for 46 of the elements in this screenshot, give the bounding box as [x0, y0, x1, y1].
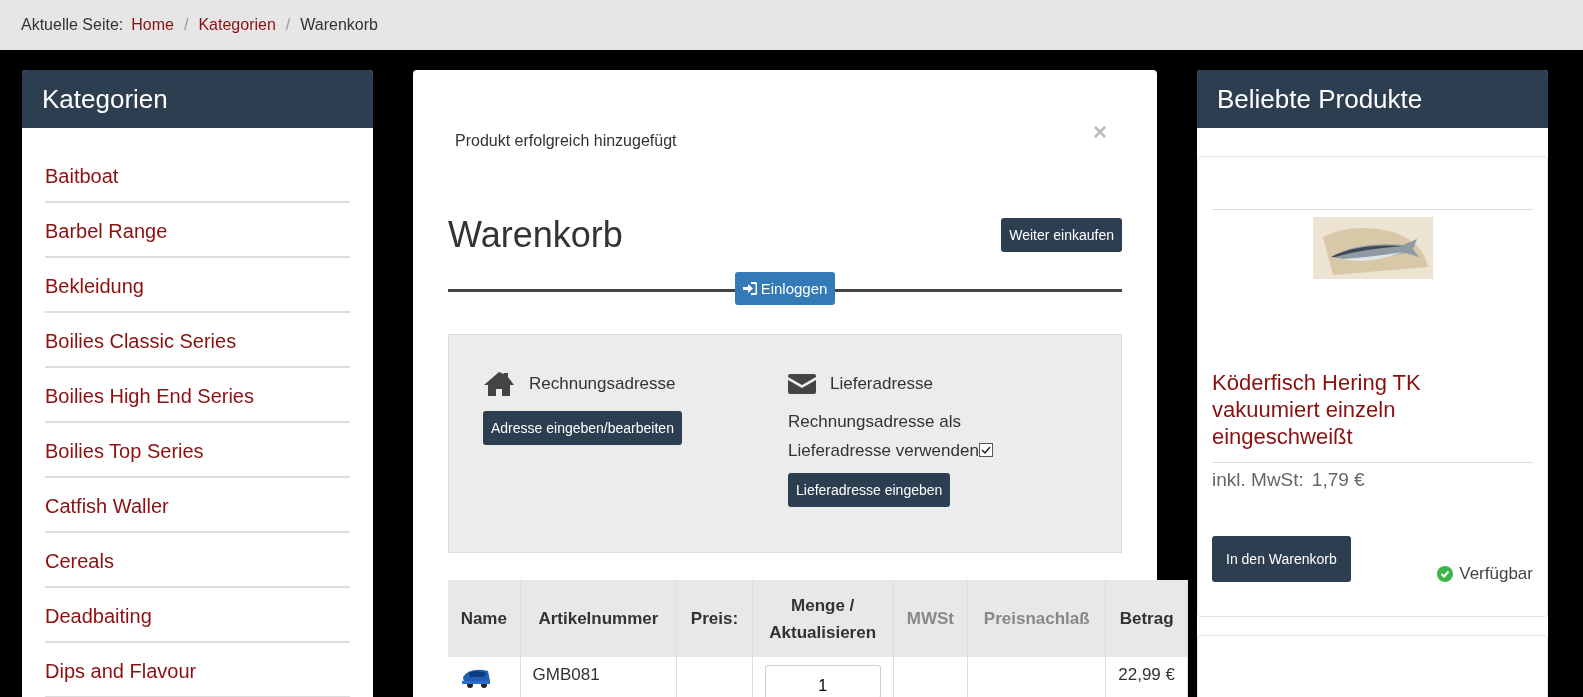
category-link[interactable]: Boilies Top Series — [45, 423, 350, 478]
category-link[interactable]: Bekleidung — [45, 258, 350, 313]
shipping-address-button[interactable]: Lieferadresse eingeben — [788, 473, 951, 507]
column-header: Menge / Aktualisieren — [752, 580, 894, 657]
product-title-link[interactable]: Köderfisch Hering TK vakuumiert einzeln eingeschweißt — [1212, 369, 1533, 463]
cart-title: Warenkorb — [448, 214, 623, 256]
category-link[interactable]: Boilies High End Series — [45, 368, 350, 423]
column-header: Preisnachlaß — [967, 580, 1106, 657]
category-link[interactable]: Catfish Waller — [45, 478, 350, 533]
column-header: Name — [448, 580, 521, 657]
column-header: Preis: — [676, 580, 753, 657]
sign-in-icon — [742, 281, 757, 295]
panel-title: Beliebte Produkte — [1217, 83, 1423, 115]
availability-text: Verfügbar — [1459, 564, 1533, 584]
billing-address-title: Rechnungsadresse — [529, 374, 676, 394]
breadcrumb-link[interactable]: Kategorien — [198, 16, 276, 34]
breadcrumb-separator: / — [285, 16, 291, 34]
category-link[interactable]: Cereals — [45, 533, 350, 588]
column-header: Betrag — [1105, 580, 1188, 657]
login-button[interactable]: Einloggen — [734, 271, 836, 305]
table-cell: GMB081 — [520, 657, 677, 697]
category-link[interactable]: Barbel Range — [45, 203, 350, 258]
shipping-address-title: Lieferadresse — [830, 374, 933, 394]
panel-title: Kategorien — [42, 83, 168, 115]
category-link[interactable]: Baitboat — [45, 148, 350, 203]
breadcrumb-current: Warenkorb — [300, 16, 378, 34]
continue-shopping-button[interactable]: Weiter einkaufen — [1001, 218, 1122, 252]
checkbox[interactable] — [978, 443, 993, 457]
same-address-label: Rechnungsadresse als Lieferadresse verwenden — [788, 412, 979, 460]
price-label: inkl. MwSt: — [1212, 469, 1304, 491]
success-message: Produkt erfolgreich hinzugefügt — [454, 131, 677, 150]
category-link[interactable]: Deadbaiting — [45, 588, 350, 643]
house-icon — [483, 371, 515, 397]
quantity-field[interactable]: 1 — [764, 665, 881, 697]
breadcrumb-label: Aktuelle Seite: — [21, 16, 124, 34]
edit-address-button[interactable]: Adresse eingeben/bearbeiten — [483, 411, 682, 445]
category-link[interactable]: Dips and Flavour — [45, 643, 350, 697]
add-to-cart-button[interactable]: In den Warenkorb — [1212, 536, 1351, 582]
column-header: Artikelnummer — [520, 580, 677, 657]
column-header: MWSt — [893, 580, 968, 657]
category-link[interactable]: Boilies Classic Series — [45, 313, 350, 368]
breadcrumb-separator: / — [183, 16, 189, 34]
envelope-icon — [788, 374, 816, 394]
table-cell: 22,99 € — [1105, 657, 1188, 697]
breadcrumb-link[interactable]: Home — [131, 16, 174, 34]
price: 1,79 € — [1311, 469, 1365, 491]
